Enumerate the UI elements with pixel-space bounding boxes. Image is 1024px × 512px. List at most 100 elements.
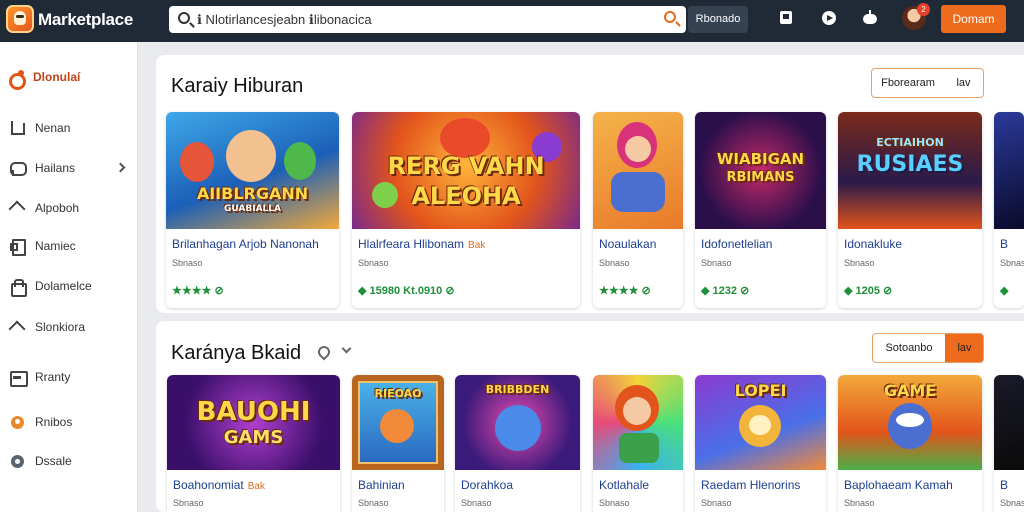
thumbnail-subtitle: GAMS [223, 427, 284, 448]
game-card[interactable]: AIIBLRGANN GUABIALLA Brilanhagan Arjob N… [166, 112, 339, 308]
filter-button[interactable]: Rbonado [688, 6, 748, 33]
game-title[interactable]: Idofonetlelian [701, 237, 772, 251]
game-thumbnail [994, 112, 1024, 229]
sale-badge: Bak [247, 481, 265, 492]
game-title[interactable]: Bahinian [358, 478, 405, 492]
toggle-option[interactable]: Fborearam [872, 69, 944, 97]
sidebar-item-2[interactable]: Hailans [0, 156, 138, 182]
sidebar-item-7[interactable]: Rranty [0, 365, 138, 391]
home-icon [10, 121, 25, 135]
magnifier-icon [664, 11, 676, 23]
game-title-text: Hlalrfeara Hlibonam [358, 237, 465, 251]
game-card[interactable]: LOPEI Raedam Hlenorins Sbnaso [695, 375, 826, 512]
game-thumbnail [593, 112, 683, 229]
game-card[interactable]: RIEOAO Bahinian Sbnaso [352, 375, 444, 512]
game-meta: Sbnaso [1000, 498, 1024, 508]
sidebar-item-3[interactable]: Alpoboh [0, 196, 138, 222]
game-rating: ◆ 15980 Kt.0910 ⊘ [358, 285, 455, 297]
game-thumbnail: RERG VAHN ALEOHA [352, 112, 580, 229]
top-bar: Marketplace ℹ Nlotirlancesjeabn ℹlibonac… [0, 0, 1024, 42]
view-toggle: Fborearam lav [871, 68, 984, 98]
game-card[interactable]: WIABIGAN RBIMANS Idofonetlelian Sbnaso ◆… [695, 112, 826, 308]
search-input[interactable]: ℹ Nlotirlancesjeabn ℹlibonacica [197, 12, 372, 28]
game-thumbnail: GAME [838, 375, 982, 470]
thumbnail-subtitle: RBIMANS [726, 170, 795, 185]
game-title[interactable]: Brilanhagan Arjob Nanonah [172, 237, 319, 251]
sidebar-item-8[interactable]: Rnibos [0, 410, 138, 436]
game-title[interactable]: Idonakluke [844, 237, 902, 251]
sidebar-item-9[interactable]: Dssale [0, 449, 138, 475]
search-icon [178, 12, 190, 24]
location-icon[interactable] [318, 346, 328, 358]
notification-badge: 2 [917, 3, 930, 16]
calendar-icon [10, 370, 28, 387]
section-title: Karánya Bkaid [171, 342, 302, 364]
game-card[interactable]: B Sbnaso [994, 375, 1024, 512]
thumbnail-title: RUSIAES [856, 152, 964, 177]
game-card[interactable]: ECTIAIHON RUSIAES Idonakluke Sbnaso ◆ 12… [838, 112, 982, 308]
section-new: Karánya Bkaid Sotoanbo lav BAUOHI GAMS B… [156, 321, 1024, 512]
sidebar-item-label: Hailans [35, 161, 76, 175]
toggle-option[interactable]: lav [944, 69, 983, 97]
game-title[interactable]: Boahonomiat Bak [173, 478, 265, 492]
thumbnail-title: RERG VAHN [387, 152, 545, 180]
play-icon[interactable] [821, 10, 837, 26]
gear-icon [10, 454, 24, 468]
toggle-option[interactable]: Sotoanbo [873, 334, 945, 362]
game-thumbnail: BRIBBDEN [455, 375, 580, 470]
thumbnail-title: WIABIGAN [716, 150, 805, 168]
game-title[interactable]: Raedam Hlenorins [701, 478, 800, 492]
sidebar-item-label: Rranty [35, 370, 71, 384]
game-card[interactable]: BRIBBDEN Dorahkoa Sbnaso [455, 375, 580, 512]
game-card[interactable]: Noaulakan Sbnaso ★★★★ ⊘ [593, 112, 683, 308]
game-meta: Sbnaso [599, 498, 630, 508]
sidebar-item-5[interactable]: Dolamelce [0, 274, 138, 300]
game-title[interactable]: Baplohaeam Kamah [844, 478, 953, 492]
sidebar-item-label: Alpoboh [35, 201, 80, 215]
sidebar-item-label: Nenan [35, 121, 71, 135]
game-card[interactable]: B Sbnaso ◆ [994, 112, 1024, 308]
game-card[interactable]: RERG VAHN ALEOHA Hlalrfeara Hlibonam Bak … [352, 112, 580, 308]
chevron-down-icon[interactable] [341, 343, 352, 354]
game-thumbnail: ECTIAIHON RUSIAES [838, 112, 982, 229]
game-card[interactable]: Kotlahale Sbnaso [593, 375, 683, 512]
search-submit-button[interactable] [664, 11, 680, 27]
game-title[interactable]: Noaulakan [599, 237, 656, 251]
sidebar-item-6[interactable]: Slonkiora [0, 315, 138, 341]
game-rating: ◆ 1205 ⊘ [844, 285, 893, 297]
tag-icon [10, 320, 24, 334]
game-meta: Sbnaso [172, 258, 203, 268]
marketplace-logo-icon[interactable] [6, 5, 34, 33]
section-featured: Karaiy Hiburan Fborearam lav AIIBLRGANN … [156, 55, 1024, 313]
game-title[interactable]: Hlalrfeara Hlibonam Bak [358, 237, 485, 251]
chat-icon [10, 161, 27, 176]
app-title[interactable]: Marketplace [38, 10, 133, 30]
game-thumbnail: WIABIGAN RBIMANS [695, 112, 826, 229]
game-card[interactable]: GAME Baplohaeam Kamah Sbnaso [838, 375, 982, 512]
game-card[interactable]: BAUOHI GAMS Boahonomiat Bak Sbnaso [167, 375, 340, 512]
gamepad-icon[interactable] [862, 10, 878, 26]
game-thumbnail [593, 375, 683, 470]
game-meta: Sbnaso [844, 498, 875, 508]
bookmark-icon[interactable] [778, 10, 794, 26]
sidebar-item-1[interactable]: Nenan [0, 116, 138, 142]
sidebar-item-4[interactable]: Namiec [0, 234, 138, 260]
search-bar[interactable]: ℹ Nlotirlancesjeabn ℹlibonacica [169, 6, 686, 33]
game-meta: Sbnaso [173, 498, 204, 508]
game-meta: Sbnaso [461, 498, 492, 508]
sidebar-item-label: Rnibos [35, 415, 73, 429]
sidebar: Dlonulaí Nenan Hailans Alpoboh Namiec Do… [0, 42, 138, 512]
game-title[interactable]: B [1000, 478, 1008, 492]
game-thumbnail: LOPEI [695, 375, 826, 470]
sign-in-button[interactable]: Domam [941, 5, 1006, 33]
game-thumbnail: RIEOAO [352, 375, 444, 470]
game-title[interactable]: B [1000, 237, 1008, 251]
thumbnail-title: GAME [883, 381, 937, 400]
game-title[interactable]: Kotlahale [599, 478, 649, 492]
game-meta: Sbnaso [1000, 258, 1024, 268]
game-title[interactable]: Dorahkoa [461, 478, 513, 492]
game-title-text: Boahonomiat [173, 478, 244, 492]
toggle-option[interactable]: lav [945, 334, 983, 362]
sidebar-brand-label: Dlonulaí [33, 70, 81, 84]
game-rating: ★★★★ ⊘ [172, 285, 224, 297]
